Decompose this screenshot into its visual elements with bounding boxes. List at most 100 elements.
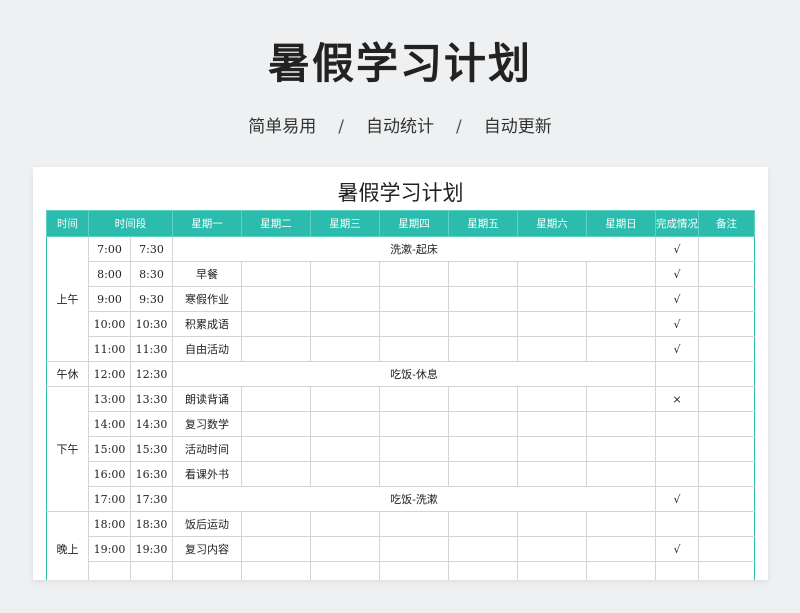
period-cell: 晚上 bbox=[46, 511, 89, 580]
tuesday-cell bbox=[241, 461, 311, 487]
notes-cell bbox=[698, 311, 755, 337]
sunday-cell bbox=[586, 411, 656, 437]
tuesday-cell bbox=[241, 386, 311, 412]
friday-cell bbox=[448, 511, 518, 537]
saturday-cell bbox=[517, 511, 587, 537]
saturday-cell bbox=[517, 386, 587, 412]
table-row: 8:00 8:30 早餐 √ bbox=[47, 261, 755, 287]
completion-cell bbox=[655, 561, 699, 580]
period-cell: 下午 bbox=[46, 386, 89, 512]
monday-cell: 自由活动 bbox=[172, 336, 242, 362]
end-time-cell: 14:30 bbox=[130, 411, 173, 437]
end-time-cell bbox=[130, 561, 173, 580]
page-title: 暑假学习计划 bbox=[267, 39, 532, 88]
header-friday: 星期五 bbox=[448, 210, 518, 237]
period-cell: 午休 bbox=[46, 361, 89, 387]
sunday-cell bbox=[586, 286, 656, 312]
notes-cell bbox=[698, 261, 755, 287]
end-time-cell: 15:30 bbox=[130, 436, 173, 462]
sunday-cell bbox=[586, 386, 656, 412]
completion-cell: √ bbox=[655, 486, 699, 512]
completion-cell bbox=[655, 361, 699, 387]
thursday-cell bbox=[379, 511, 449, 537]
notes-cell bbox=[698, 386, 755, 412]
end-time-cell: 19:30 bbox=[130, 536, 173, 562]
thursday-cell bbox=[379, 461, 449, 487]
feature-auto-update: 自动更新 bbox=[483, 117, 552, 137]
tuesday-cell bbox=[241, 536, 311, 562]
wednesday-cell bbox=[310, 436, 380, 462]
friday-cell bbox=[448, 386, 518, 412]
end-time-cell: 7:30 bbox=[130, 236, 173, 262]
table-row: 19:00 19:30 复习内容 √ bbox=[47, 536, 755, 562]
completion-cell bbox=[655, 436, 699, 462]
header-tuesday: 星期二 bbox=[241, 210, 311, 237]
start-time-cell: 18:00 bbox=[88, 511, 131, 537]
friday-cell bbox=[448, 461, 518, 487]
notes-cell bbox=[698, 286, 755, 312]
sunday-cell bbox=[586, 461, 656, 487]
thursday-cell bbox=[379, 261, 449, 287]
notes-cell bbox=[698, 536, 755, 562]
completion-cell: √ bbox=[655, 286, 699, 312]
merged-activity-cell: 吃饭-休息 bbox=[172, 361, 656, 387]
monday-cell: 寒假作业 bbox=[172, 286, 242, 312]
tuesday-cell bbox=[241, 561, 311, 580]
saturday-cell bbox=[517, 336, 587, 362]
friday-cell bbox=[448, 411, 518, 437]
monday-cell: 复习数学 bbox=[172, 411, 242, 437]
end-time-cell: 13:30 bbox=[130, 386, 173, 412]
start-time-cell: 7:00 bbox=[88, 236, 131, 262]
wednesday-cell bbox=[310, 261, 380, 287]
completion-cell: √ bbox=[655, 536, 699, 562]
header-sunday: 星期日 bbox=[586, 210, 656, 237]
completion-cell: × bbox=[655, 386, 699, 412]
header-monday: 星期一 bbox=[172, 210, 242, 237]
notes-cell bbox=[698, 411, 755, 437]
sunday-cell bbox=[586, 511, 656, 537]
start-time-cell: 12:00 bbox=[88, 361, 131, 387]
feature-auto-stats: 自动统计 bbox=[366, 117, 434, 137]
monday-cell: 饭后运动 bbox=[172, 511, 242, 537]
start-time-cell: 11:00 bbox=[88, 336, 131, 362]
completion-cell bbox=[655, 461, 699, 487]
header-row: 时间 时间段 星期一 星期二 星期三 星期四 星期五 星期六 星期日 完成情况 … bbox=[46, 210, 755, 237]
completion-cell: √ bbox=[655, 261, 699, 287]
tuesday-cell bbox=[241, 436, 311, 462]
saturday-cell bbox=[517, 261, 587, 287]
completion-cell: √ bbox=[655, 236, 699, 262]
start-time-cell: 10:00 bbox=[88, 311, 131, 337]
start-time-cell: 14:00 bbox=[88, 411, 131, 437]
table-row: 14:00 14:30 复习数学 bbox=[47, 411, 755, 437]
friday-cell bbox=[448, 436, 518, 462]
tuesday-cell bbox=[241, 286, 311, 312]
completion-cell: √ bbox=[655, 336, 699, 362]
spreadsheet-preview: 暑假学习计划 时间 时间段 星期一 星期二 星期三 星期四 星期五 星期六 星期… bbox=[33, 167, 768, 580]
thursday-cell bbox=[379, 311, 449, 337]
completion-cell bbox=[655, 411, 699, 437]
separator: / bbox=[456, 117, 462, 137]
sheet-title: 暑假学习计划 bbox=[337, 181, 464, 205]
saturday-cell bbox=[517, 286, 587, 312]
monday-cell: 早餐 bbox=[172, 261, 242, 287]
notes-cell bbox=[698, 436, 755, 462]
table-row bbox=[47, 561, 755, 580]
sunday-cell bbox=[586, 561, 656, 580]
thursday-cell bbox=[379, 411, 449, 437]
header-thursday: 星期四 bbox=[379, 210, 449, 237]
saturday-cell bbox=[517, 411, 587, 437]
header-time-slot: 时间段 bbox=[88, 210, 173, 237]
wednesday-cell bbox=[310, 336, 380, 362]
wednesday-cell bbox=[310, 461, 380, 487]
saturday-cell bbox=[517, 311, 587, 337]
saturday-cell bbox=[517, 461, 587, 487]
schedule-table: 时间 时间段 星期一 星期二 星期三 星期四 星期五 星期六 星期日 完成情况 … bbox=[46, 210, 755, 580]
tuesday-cell bbox=[241, 261, 311, 287]
saturday-cell bbox=[517, 561, 587, 580]
friday-cell bbox=[448, 261, 518, 287]
monday-cell bbox=[172, 561, 242, 580]
notes-cell bbox=[698, 486, 755, 512]
sunday-cell bbox=[586, 311, 656, 337]
sunday-cell bbox=[586, 336, 656, 362]
saturday-cell bbox=[517, 436, 587, 462]
